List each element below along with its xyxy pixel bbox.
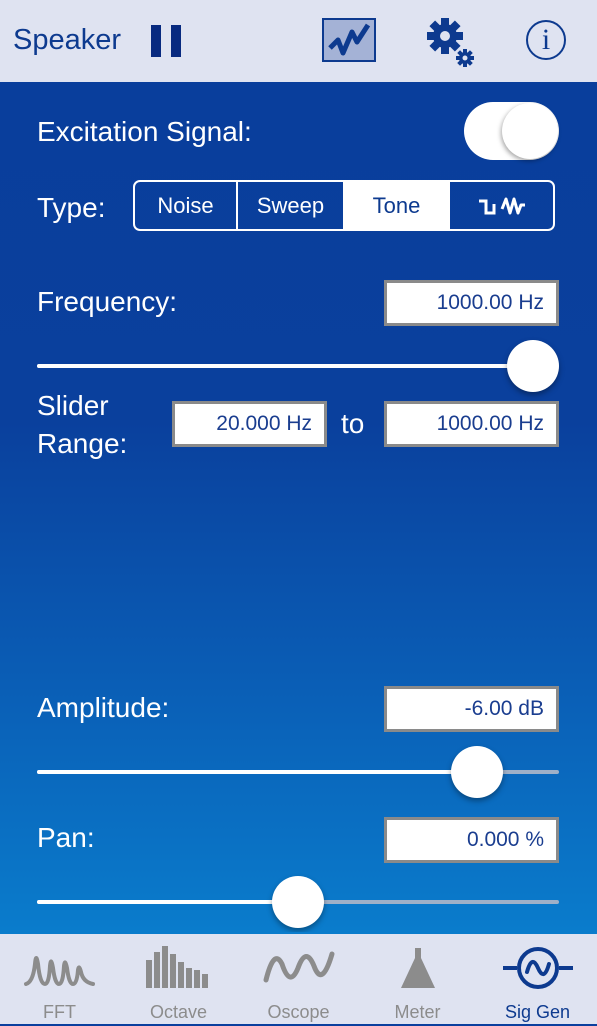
frequency-field[interactable]: 1000.00 Hz	[384, 280, 559, 326]
oscope-icon	[263, 951, 334, 983]
excitation-signal-label: Excitation Signal:	[37, 116, 252, 147]
type-segmented-control: Noise Sweep Tone	[133, 180, 555, 231]
frequency-label: Frequency:	[37, 286, 178, 317]
pan-slider[interactable]	[37, 876, 559, 928]
tab-sig-gen[interactable]: Sig Gen	[478, 934, 597, 1026]
fft-icon	[23, 956, 95, 987]
slider-fill	[37, 770, 477, 774]
tab-fft[interactable]: FFT	[0, 934, 119, 1026]
tab-label: Octave	[149, 1002, 208, 1022]
pause-icon[interactable]	[151, 25, 181, 57]
type-option-sweep[interactable]: Sweep	[238, 182, 343, 229]
tab-label: FFT	[43, 1002, 76, 1022]
bottom-tab-bar: FFT Octave Oscope Meter Sig Gen	[0, 932, 597, 1024]
tab-oscope[interactable]: Oscope	[239, 934, 358, 1026]
top-toolbar: Speaker i	[0, 0, 597, 82]
excitation-signal-toggle[interactable]	[464, 102, 559, 160]
output-device-title[interactable]: Speaker	[13, 24, 121, 57]
type-option-waveform[interactable]	[450, 182, 553, 229]
slider-fill	[37, 364, 533, 368]
type-option-tone[interactable]: Tone	[343, 182, 450, 229]
slider-range-to-label: to	[341, 408, 365, 439]
pan-label: Pan:	[37, 822, 95, 853]
type-option-noise[interactable]: Noise	[135, 182, 238, 229]
slider-thumb[interactable]	[507, 340, 559, 392]
slider-range-max-field[interactable]: 1000.00 Hz	[384, 401, 559, 447]
tab-octave[interactable]: Octave	[119, 934, 238, 1026]
slider-range-label-line2: Range:	[37, 428, 128, 459]
amplitude-field[interactable]: -6.00 dB	[384, 686, 559, 732]
amplitude-slider[interactable]	[37, 746, 559, 798]
tab-label: Sig Gen	[504, 1002, 571, 1022]
octave-icon	[145, 946, 208, 988]
toggle-knob	[502, 103, 558, 159]
tab-label: Meter	[394, 1002, 441, 1022]
frequency-slider[interactable]	[37, 340, 559, 392]
slider-range-label-line1: Slider	[37, 390, 109, 421]
graph-icon[interactable]	[322, 18, 376, 62]
square-sine-icon	[478, 197, 525, 214]
sig-gen-icon	[502, 947, 573, 989]
slider-thumb[interactable]	[450, 746, 503, 798]
tab-meter[interactable]: Meter	[358, 934, 477, 1026]
slider-range-min-field[interactable]: 20.000 Hz	[172, 401, 327, 447]
slider-fill	[37, 900, 298, 904]
signal-generator-panel: Excitation Signal: Type: Noise Sweep Ton…	[0, 82, 597, 932]
pan-field[interactable]: 0.000 %	[384, 817, 559, 863]
tab-label: Oscope	[267, 1002, 330, 1022]
type-label: Type:	[37, 192, 106, 223]
gear-icon[interactable]	[423, 14, 479, 70]
meter-icon	[400, 948, 435, 988]
info-icon[interactable]: i	[526, 20, 566, 60]
slider-thumb[interactable]	[272, 876, 324, 928]
amplitude-label: Amplitude:	[37, 692, 170, 723]
